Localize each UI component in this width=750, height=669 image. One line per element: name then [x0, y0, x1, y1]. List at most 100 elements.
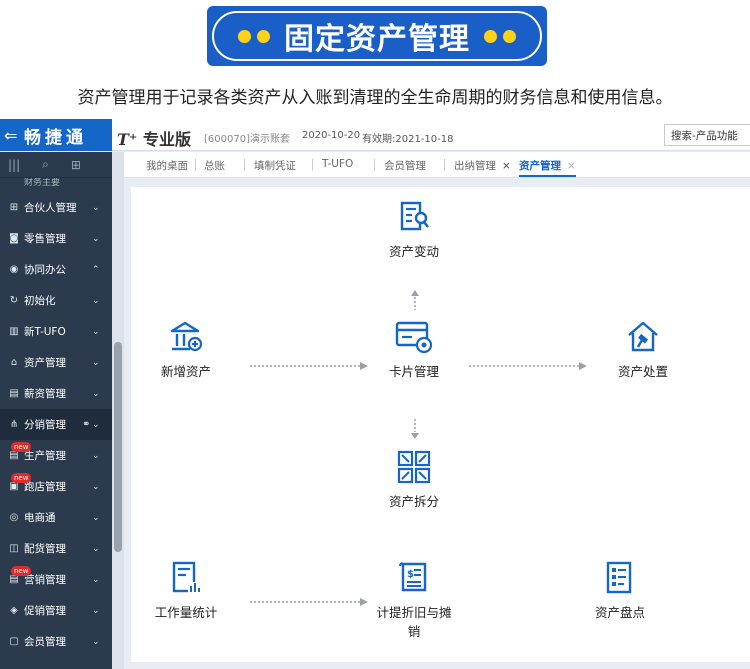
node-asset-change[interactable]: 资产变动	[381, 199, 447, 260]
account-name: [600070]演示账套	[204, 134, 290, 145]
sidebar-item[interactable]: ◙ 零售管理 ⌄	[0, 223, 112, 254]
close-icon[interactable]: ×	[502, 160, 511, 172]
sidebar-item-label: 资产管理	[24, 357, 66, 369]
tab-desktop[interactable]: 我的桌面	[146, 158, 188, 173]
sidebar-item[interactable]: ▣ 跑店管理 ⌄ new	[0, 471, 112, 502]
chevron-icon[interactable]: ⌄	[92, 420, 100, 430]
sidebar-item[interactable]: ↻ 初始化 ⌄	[0, 285, 112, 316]
sidebar-item-label: 分销管理	[24, 419, 66, 431]
chevron-icon[interactable]: ⌄	[92, 575, 100, 585]
link-icon[interactable]: ⚭	[82, 419, 90, 430]
node-card-management[interactable]: 卡片管理	[381, 319, 447, 380]
chevron-icon[interactable]: ⌄	[92, 327, 100, 337]
sidebar-item[interactable]: ◈ 促销管理 ⌄	[0, 595, 112, 626]
sidebar-item-label: 零售管理	[24, 233, 66, 245]
back-arrow-icon[interactable]: ⇐	[4, 126, 18, 145]
chevron-icon[interactable]: ⌄	[92, 451, 100, 461]
sidebar-item[interactable]: ▤ 薪资管理 ⌄	[0, 378, 112, 409]
sidebar-toolbar: ||| ⌕ ⊞	[0, 152, 112, 178]
node-depreciation[interactable]: $ 计提折旧与摊销	[371, 560, 457, 640]
chevron-icon[interactable]: ⌄	[92, 637, 100, 647]
sidebar-item-label: 合伙人管理	[24, 202, 77, 214]
promotion-icon: ◈	[10, 605, 18, 616]
tab-asset-management[interactable]: 资产管理 ×	[519, 158, 576, 177]
chevron-icon[interactable]: ⌄	[92, 544, 100, 554]
chevron-icon[interactable]: ⌄	[92, 513, 100, 523]
node-asset-disposal[interactable]: 资产处置	[610, 319, 676, 380]
chevron-icon[interactable]: ⌃	[92, 265, 100, 275]
collab-icon: ◉	[9, 264, 19, 275]
sidebar-item[interactable]: ◉ 协同办公 ⌃	[0, 254, 112, 285]
sidebar-item[interactable]: ◎ 电商通 ⌄	[0, 502, 112, 533]
ledger-dollar-icon: $	[399, 562, 427, 592]
arrow-right-icon	[250, 598, 368, 606]
new-badge: new	[11, 473, 32, 483]
node-label: 新增资产	[160, 364, 211, 379]
chevron-icon[interactable]: ⌄	[92, 296, 100, 306]
sidebar-item[interactable]: ▥ 新T-UFO ⌄	[0, 316, 112, 347]
sidebar-item[interactable]: ◫ 配货管理 ⌄	[0, 533, 112, 564]
node-label: 资产拆分	[388, 494, 439, 509]
document-search-icon	[400, 201, 430, 231]
camera-icon: ◙	[9, 233, 19, 244]
chevron-icon[interactable]: ⌄	[92, 606, 100, 616]
node-workload-stats[interactable]: 工作量统计	[143, 560, 229, 621]
sidebar-item-label: 初始化	[24, 295, 56, 307]
chevron-icon[interactable]: ⌄	[92, 358, 100, 368]
sidebar-item[interactable]: ⋔ 分销管理 ⚭ ⌄	[0, 409, 112, 440]
node-add-asset[interactable]: 新增资产	[153, 319, 219, 380]
title-banner: 固定资产管理	[207, 6, 547, 66]
tab-member[interactable]: 会员管理	[384, 158, 426, 173]
house-hammer-icon	[628, 321, 658, 352]
sidebar-item[interactable]: ▢ 会员管理 ⌄	[0, 626, 112, 657]
sidebar-item[interactable]: ▤ 营销管理 ⌄ new	[0, 564, 112, 595]
svg-text:$: $	[407, 569, 414, 580]
yellow-dot-icon	[503, 29, 516, 43]
arrow-right-icon	[250, 362, 368, 370]
chevron-icon[interactable]: ⌄	[92, 234, 100, 244]
node-asset-split[interactable]: 资产拆分	[381, 449, 447, 510]
member-icon: ▢	[9, 636, 19, 647]
app-window: ⇐ 畅捷通 T⁺ 专业版 [600070]演示账套 2020-10-20 有效期…	[0, 119, 750, 669]
new-badge: new	[11, 566, 32, 576]
sidebar-scrollbar[interactable]	[112, 152, 124, 669]
sidebar-item-label: 新T-UFO	[24, 326, 66, 338]
page-subtitle: 资产管理用于记录各类资产从入账到清理的全生命周期的财务信息和使用信息。	[77, 88, 673, 108]
tab-divider	[312, 159, 313, 171]
close-icon[interactable]: ×	[567, 160, 576, 172]
sidebar-item[interactable]: ⌂ 资产管理 ⌄	[0, 347, 112, 378]
node-asset-inventory[interactable]: 资产盘点	[587, 560, 653, 621]
yellow-dot-icon	[484, 29, 497, 43]
brand-name: 畅捷通	[24, 127, 87, 148]
scrollbar-thumb[interactable]	[114, 342, 122, 552]
partner-icon: ⊞	[9, 202, 19, 213]
add-favorite-icon[interactable]: ⊞	[71, 158, 81, 172]
sidebar-item[interactable]: ▤ 生产管理 ⌄ new	[0, 440, 112, 471]
node-label: 计提折旧与摊销	[376, 605, 452, 639]
bank-add-icon	[170, 321, 203, 352]
document-chart-icon	[172, 561, 200, 593]
arrow-down-icon	[411, 419, 419, 439]
chevron-icon[interactable]: ⌄	[92, 482, 100, 492]
brand-logo[interactable]: ⇐ 畅捷通	[0, 119, 112, 151]
sidebar-item[interactable]: ⊞ 合伙人管理 ⌄	[0, 192, 112, 223]
search-input[interactable]: 搜索-产品功能	[664, 124, 750, 146]
node-label: 工作量统计	[154, 605, 218, 620]
tab-bar: 我的桌面 总账 填制凭证 T-UFO 会员管理 出纳管理 × 资产管理 ×	[124, 152, 750, 178]
tab-voucher[interactable]: 填制凭证	[254, 158, 296, 173]
tab-cashier[interactable]: 出纳管理 ×	[454, 158, 511, 173]
menu-toggle-icon[interactable]: |||	[8, 158, 20, 172]
sidebar-item-label: 电商通	[24, 512, 56, 524]
sidebar-item-partial: 财务主要	[24, 178, 61, 188]
search-icon[interactable]: ⌕	[42, 157, 49, 172]
sidebar-item-label: 生产管理	[24, 450, 66, 462]
tab-ledger[interactable]: 总账	[204, 158, 225, 173]
chevron-icon[interactable]: ⌄	[92, 389, 100, 399]
title-banner-frame: 固定资产管理	[212, 11, 542, 61]
arrow-right-icon	[469, 362, 587, 370]
init-icon: ↻	[9, 295, 19, 306]
chevron-icon[interactable]: ⌄	[92, 203, 100, 213]
sidebar-item-label: 协同办公	[24, 264, 66, 276]
sidebar-item-label: 配货管理	[24, 543, 66, 555]
tab-tufo[interactable]: T-UFO	[322, 158, 353, 170]
